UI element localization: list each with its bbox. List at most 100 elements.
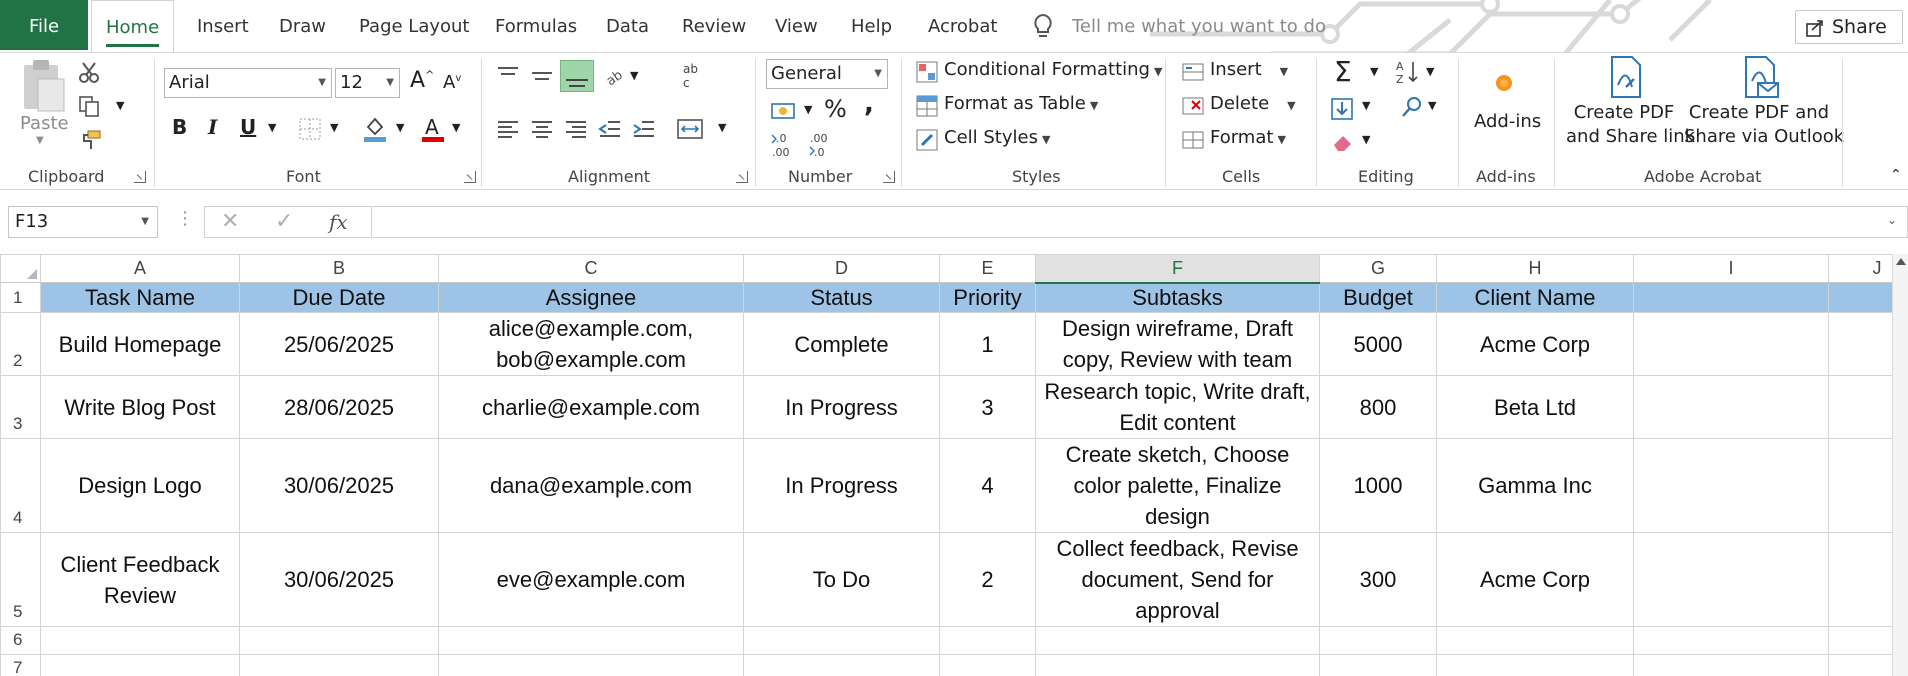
number-format-select[interactable]: General ▼ (766, 59, 888, 89)
table-cell[interactable]: Beta Ltd (1436, 375, 1634, 439)
table-cell[interactable]: Design Logo (40, 438, 240, 533)
find-select-icon[interactable] (1400, 95, 1424, 119)
cut-icon[interactable] (78, 61, 100, 83)
merge-center-icon[interactable] (676, 117, 704, 141)
delete-cells-button[interactable]: Delete ▼ (1210, 93, 1296, 114)
empty-cell[interactable] (1633, 375, 1829, 439)
table-cell[interactable]: Complete (743, 312, 940, 376)
table-cell[interactable]: Collect feedback, Revise document, Send … (1035, 532, 1320, 627)
increase-decimal-icon[interactable]: .0.00 (770, 131, 804, 159)
clear-dropdown-icon[interactable]: ▼ (1362, 133, 1370, 146)
empty-cell[interactable] (239, 626, 439, 655)
tab-insert[interactable]: Insert (197, 0, 249, 52)
fill-icon[interactable] (1330, 97, 1354, 121)
comma-style-button[interactable]: , (864, 89, 874, 119)
table-cell[interactable]: Create sketch, Choose color palette, Fin… (1035, 438, 1320, 533)
decrease-decimal-icon[interactable]: .00.0 (808, 131, 842, 159)
accounting-dropdown-icon[interactable]: ▼ (804, 103, 812, 116)
empty-cell[interactable] (40, 654, 240, 676)
table-cell[interactable]: Acme Corp (1436, 312, 1634, 376)
table-cell[interactable]: dana@example.com (438, 438, 744, 533)
scroll-up-icon[interactable] (1896, 258, 1906, 265)
decrease-font-size-icon[interactable]: Av (443, 72, 461, 93)
empty-cell[interactable] (239, 654, 439, 676)
insert-function-icon[interactable]: fx (329, 210, 348, 234)
empty-cell[interactable] (1436, 626, 1634, 655)
top-align-icon[interactable] (496, 65, 520, 85)
table-cell[interactable]: 1 (939, 312, 1036, 376)
paste-icon[interactable] (20, 57, 66, 113)
column-header-f[interactable]: F (1035, 254, 1320, 284)
font-color-dropdown-icon[interactable]: ▼ (452, 121, 460, 134)
create-pdf-share-link-button[interactable]: Create PDF and Share link (1566, 101, 1695, 149)
name-box[interactable]: F13 ▼ (8, 206, 158, 238)
empty-cell[interactable] (1436, 654, 1634, 676)
table-cell[interactable]: To Do (743, 532, 940, 627)
format-painter-icon[interactable] (78, 129, 102, 151)
empty-cell[interactable] (40, 626, 240, 655)
fill-dropdown-icon[interactable]: ▼ (1362, 99, 1370, 112)
table-cell[interactable]: Write Blog Post (40, 375, 240, 439)
bottom-align-icon[interactable] (560, 60, 594, 92)
table-cell[interactable]: Gamma Inc (1436, 438, 1634, 533)
sort-filter-icon[interactable]: AZ (1396, 59, 1422, 85)
header-cell[interactable]: Task Name (40, 282, 240, 313)
enter-icon[interactable]: ✓ (275, 209, 293, 234)
cell-styles-button[interactable]: Cell Styles ▼ (944, 127, 1050, 148)
empty-cell[interactable] (1319, 654, 1437, 676)
tab-acrobat[interactable]: Acrobat (928, 0, 997, 52)
table-cell[interactable]: Acme Corp (1436, 532, 1634, 627)
tab-file[interactable]: File (0, 0, 88, 50)
table-cell[interactable]: 3 (939, 375, 1036, 439)
column-header-g[interactable]: G (1319, 254, 1437, 283)
align-right-icon[interactable] (564, 119, 588, 139)
copy-dropdown-icon[interactable]: ▼ (116, 99, 124, 112)
empty-cell[interactable] (438, 654, 744, 676)
empty-cell[interactable] (1633, 282, 1829, 313)
conditional-formatting-button[interactable]: Conditional Formatting ▼ (944, 59, 1162, 80)
header-cell[interactable]: Status (743, 282, 940, 313)
empty-cell[interactable] (1633, 654, 1829, 676)
row-header[interactable]: 4 (0, 438, 41, 533)
column-header-c[interactable]: C (438, 254, 744, 283)
vertical-scrollbar[interactable] (1892, 254, 1908, 676)
underline-dropdown-icon[interactable]: ▼ (268, 121, 276, 134)
clipboard-launcher-icon[interactable] (134, 171, 146, 183)
fill-color-icon[interactable] (362, 115, 388, 143)
create-pdf-outlook-button[interactable]: Create PDF and Share via Outlook (1684, 101, 1844, 149)
percent-style-button[interactable]: % (824, 95, 847, 123)
sort-filter-dropdown-icon[interactable]: ▼ (1426, 65, 1434, 78)
merge-dropdown-icon[interactable]: ▼ (718, 121, 726, 134)
table-cell[interactable]: In Progress (743, 375, 940, 439)
table-cell[interactable]: 300 (1319, 532, 1437, 627)
collapse-ribbon-icon[interactable]: ⌃ (1890, 167, 1902, 183)
empty-cell[interactable] (1633, 532, 1829, 627)
table-cell[interactable]: Design wireframe, Draft copy, Review wit… (1035, 312, 1320, 376)
tab-data[interactable]: Data (606, 0, 649, 52)
wrap-text-icon[interactable]: abc (680, 61, 704, 89)
table-cell[interactable]: 800 (1319, 375, 1437, 439)
accounting-format-icon[interactable] (770, 99, 798, 123)
italic-button[interactable]: I (208, 115, 217, 139)
bold-button[interactable]: B (172, 115, 187, 139)
borders-dropdown-icon[interactable]: ▼ (330, 121, 338, 134)
table-cell[interactable]: Research topic, Write draft, Edit conten… (1035, 375, 1320, 439)
column-header-d[interactable]: D (743, 254, 940, 283)
insert-cells-button[interactable]: Insert ▼ (1210, 59, 1288, 80)
tab-draw[interactable]: Draw (279, 0, 326, 52)
empty-cell[interactable] (1035, 626, 1320, 655)
empty-cell[interactable] (939, 626, 1036, 655)
align-center-icon[interactable] (530, 119, 554, 139)
column-header-e[interactable]: E (939, 254, 1036, 283)
table-cell[interactable]: 28/06/2025 (239, 375, 439, 439)
formula-input[interactable]: ⌄ (373, 206, 1908, 238)
borders-icon[interactable] (298, 117, 322, 141)
row-header[interactable]: 7 (0, 654, 41, 676)
row-header[interactable]: 6 (0, 626, 41, 655)
empty-cell[interactable] (939, 654, 1036, 676)
table-cell[interactable]: Client Feedback Review (40, 532, 240, 627)
table-cell[interactable]: 5000 (1319, 312, 1437, 376)
empty-cell[interactable] (1319, 626, 1437, 655)
row-header[interactable]: 3 (0, 375, 41, 439)
column-header-b[interactable]: B (239, 254, 439, 283)
